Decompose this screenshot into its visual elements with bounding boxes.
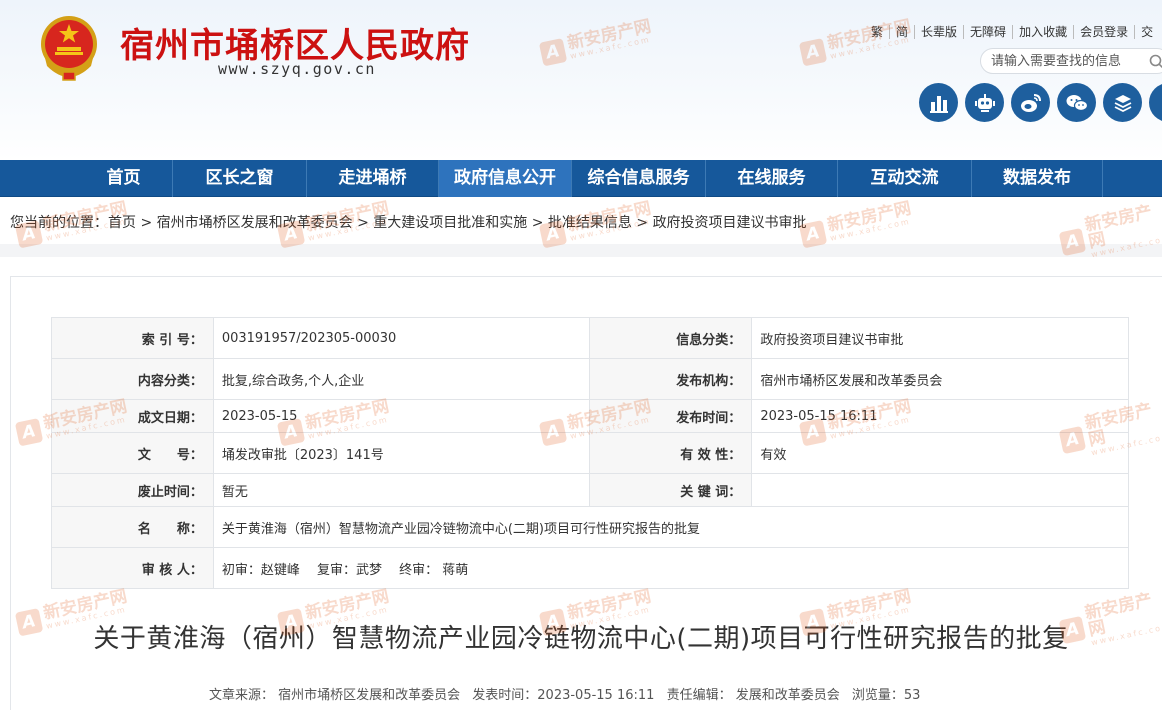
abolish-time-value: 暂无 [212, 473, 591, 507]
robot-icon[interactable] [965, 83, 1004, 122]
nav-home[interactable]: 首页 [75, 160, 172, 197]
article-editor: 责任编辑： 发展和改革委员会 [666, 688, 840, 703]
top-link-traditional[interactable]: 繁 [865, 25, 889, 39]
doc-number-label: 文 号： [51, 432, 214, 474]
breadcrumb-commission[interactable]: 宿州市埇桥区发展和改革委员会 [157, 215, 353, 231]
article-views: 浏览量：53 [851, 688, 921, 703]
watermark-text: 新安房产网 [825, 198, 913, 236]
top-link-member-login[interactable]: 会员登录 [1073, 25, 1134, 39]
doc-number-value: 埇发改审批〔2023〕141号 [212, 432, 591, 474]
article-title: 关于黄淮海（宿州）智慧物流产业园冷链物流中心(二期)项目可行性研究报告的批复 [93, 624, 1069, 654]
nav-mayor[interactable]: 区长之窗 [172, 160, 306, 197]
table-row: 废止时间： 暂无 关 键 词： [51, 473, 1129, 507]
validity-value: 有效 [751, 432, 1129, 474]
table-row: 索 引 号： 003191957/202305-00030 信息分类： 政府投资… [51, 317, 1129, 359]
breadcrumb-prefix: 您当前的位置： [10, 215, 108, 231]
search-input[interactable] [991, 52, 1141, 70]
top-link-more[interactable]: 交 [1134, 25, 1159, 39]
table-row: 名 称： 关于黄淮海（宿州）智慧物流产业园冷链物流中心(二期)项目可行性研究报告… [51, 506, 1130, 548]
table-row: 成文日期： 2023-05-15 发布时间： 2023-05-15 16:11 [51, 399, 1129, 433]
info-category-value: 政府投资项目建议书审批 [751, 317, 1129, 359]
more-icon[interactable] [1149, 83, 1162, 122]
publisher-label: 发布机构： [589, 358, 753, 400]
article-time: 发表时间：2023-05-15 16:11 [472, 688, 655, 703]
content-category-value: 批复,综合政务,个人,企业 [212, 358, 591, 400]
created-date-value: 2023-05-15 [212, 399, 591, 433]
keywords-label: 关 键 词： [589, 473, 753, 507]
publisher-value: 宿州市埇桥区发展和改革委员会 [751, 358, 1129, 400]
reviewer-label: 审 核 人： [51, 547, 214, 589]
keywords-value [751, 473, 1129, 507]
top-links: 繁 简 长辈版 无障碍 加入收藏 会员登录 交 [865, 25, 1159, 39]
breadcrumb-approval-results[interactable]: 批准结果信息 [548, 215, 632, 231]
search-box [980, 48, 1162, 74]
abolish-time-label: 废止时间： [51, 473, 214, 507]
breadcrumb-current[interactable]: 政府投资项目建议书审批 [653, 215, 807, 231]
stats-icon[interactable] [919, 83, 958, 122]
content-category-label: 内容分类： [51, 358, 214, 400]
published-time-label: 发布时间： [589, 399, 753, 433]
site-url[interactable]: www.szyq.gov.cn [218, 60, 376, 78]
breadcrumb: 您当前的位置：首页 > 宿州市埇桥区发展和改革委员会 > 重大建设项目批准和实施… [10, 212, 807, 232]
nav-online-services[interactable]: 在线服务 [705, 160, 837, 197]
breadcrumb-separator: > [531, 215, 544, 231]
index-label: 索 引 号： [51, 317, 214, 359]
breadcrumb-separator: > [636, 215, 649, 231]
article-meta: 文章来源： 宿州市埇桥区发展和改革委员会 发表时间：2023-05-15 16:… [209, 684, 928, 703]
nav-gov-info[interactable]: 政府信息公开 [438, 160, 571, 197]
top-link-accessibility[interactable]: 无障碍 [963, 25, 1012, 39]
breadcrumb-major-projects[interactable]: 重大建设项目批准和实施 [373, 215, 527, 231]
table-row: 内容分类： 批复,综合政务,个人,企业 发布机构： 宿州市埇桥区发展和改革委员会 [51, 358, 1129, 400]
created-date-label: 成文日期： [51, 399, 214, 433]
metadata-table: 索 引 号： 003191957/202305-00030 信息分类： 政府投资… [51, 317, 1130, 589]
weibo-icon[interactable] [1011, 83, 1050, 122]
name-value: 关于黄淮海（宿州）智慧物流产业园冷链物流中心(二期)项目可行性研究报告的批复 [212, 506, 1130, 548]
watermark-subtext: www.xafc.com [829, 216, 912, 243]
watermark: A 新安房产网 www.xafc.com [798, 198, 915, 249]
top-link-simplified[interactable]: 简 [889, 25, 914, 39]
header: 宿州市埇桥区人民政府 www.szyq.gov.cn 繁 简 长辈版 无障碍 加… [0, 0, 1162, 160]
nav-about-yongqiao[interactable]: 走进埇桥 [306, 160, 438, 197]
table-row: 审 核 人： 初审：赵键峰 复审：武梦 终审： 蒋萌 [51, 547, 1130, 589]
nav-info-services[interactable]: 综合信息服务 [571, 160, 705, 197]
national-emblem-icon[interactable] [37, 14, 101, 82]
top-link-elder-version[interactable]: 长辈版 [914, 25, 963, 39]
wechat-icon[interactable] [1057, 83, 1096, 122]
name-label: 名 称： [51, 506, 214, 548]
index-value: 003191957/202305-00030 [212, 317, 591, 359]
breadcrumb-separator: > [140, 215, 153, 231]
page: 宿州市埇桥区人民政府 www.szyq.gov.cn 繁 简 长辈版 无障碍 加… [0, 0, 1162, 710]
search-icon[interactable] [1149, 54, 1162, 69]
info-category-label: 信息分类： [589, 317, 753, 359]
published-time-value: 2023-05-15 16:11 [751, 399, 1129, 433]
top-link-bookmark[interactable]: 加入收藏 [1012, 25, 1073, 39]
table-row: 文 号： 埇发改审批〔2023〕141号 有 效 性： 有效 [51, 432, 1129, 474]
nav-data-release[interactable]: 数据发布 [971, 160, 1103, 197]
layers-icon[interactable] [1103, 83, 1142, 122]
article-source: 文章来源： 宿州市埇桥区发展和改革委员会 [209, 688, 461, 703]
breadcrumb-separator: > [357, 215, 369, 231]
validity-label: 有 效 性： [589, 432, 753, 474]
breadcrumb-home[interactable]: 首页 [108, 215, 136, 231]
divider-band [0, 244, 1162, 257]
main-nav: 首页 区长之窗 走进埇桥 政府信息公开 综合信息服务 在线服务 互动交流 数据发… [0, 160, 1162, 197]
social-icons [919, 83, 1162, 122]
nav-interaction[interactable]: 互动交流 [837, 160, 971, 197]
reviewer-value: 初审：赵键峰 复审：武梦 终审： 蒋萌 [212, 547, 1130, 589]
